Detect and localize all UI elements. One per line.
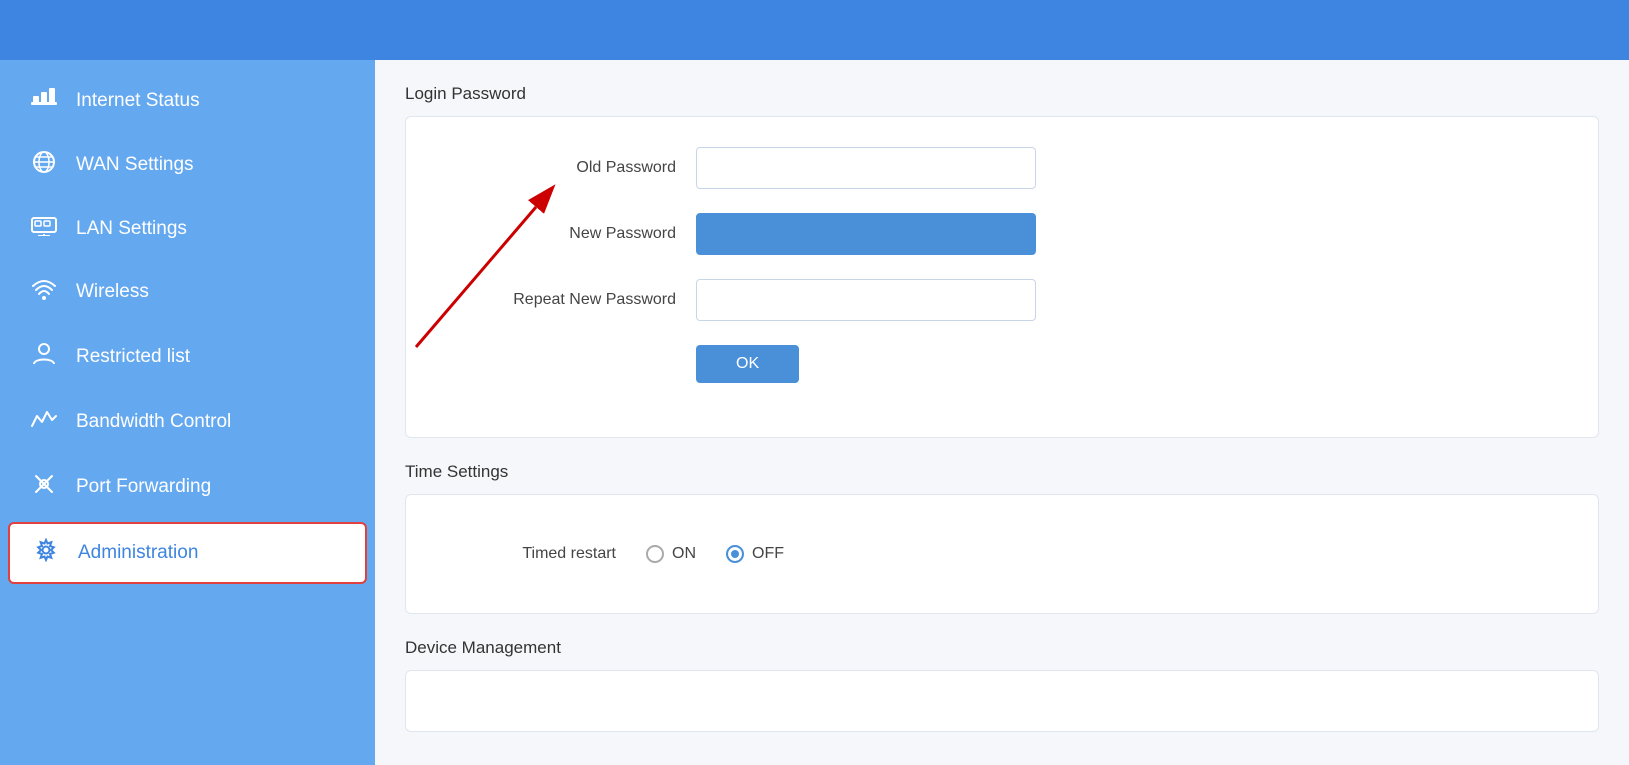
off-radio-label: OFF — [752, 545, 784, 563]
sidebar-item-restricted-list[interactable]: Restricted list — [0, 324, 375, 390]
on-radio-circle — [646, 545, 664, 563]
sidebar-label-port-forwarding: Port Forwarding — [76, 476, 211, 498]
sidebar: Internet Status WAN Settings — [0, 60, 375, 765]
port-forwarding-icon — [30, 472, 58, 502]
sidebar-label-bandwidth-control: Bandwidth Control — [76, 411, 231, 433]
sidebar-item-bandwidth-control[interactable]: Bandwidth Control — [0, 390, 375, 454]
internet-status-icon — [30, 88, 58, 114]
off-radio-circle — [726, 545, 744, 563]
login-password-card: Old Password New Password Repeat New Pas… — [405, 116, 1599, 438]
sidebar-item-administration[interactable]: Administration — [8, 522, 367, 584]
top-bar — [0, 0, 1629, 60]
timed-restart-label: Timed restart — [456, 545, 616, 563]
off-radio-option[interactable]: OFF — [726, 545, 784, 563]
ok-button-row: OK — [456, 345, 1548, 383]
sidebar-label-wan-settings: WAN Settings — [76, 154, 194, 176]
old-password-label: Old Password — [456, 159, 676, 177]
restricted-list-icon — [30, 342, 58, 372]
on-radio-option[interactable]: ON — [646, 545, 696, 563]
sidebar-item-port-forwarding[interactable]: Port Forwarding — [0, 454, 375, 520]
time-settings-section-title: Time Settings — [405, 462, 1599, 482]
time-settings-card: Timed restart ON OFF — [405, 494, 1599, 614]
sidebar-label-wireless: Wireless — [76, 281, 149, 303]
repeat-password-label: Repeat New Password — [456, 291, 676, 309]
timed-restart-row: Timed restart ON OFF — [456, 525, 1548, 583]
main-content: Login Password Old Password New Password — [375, 60, 1629, 765]
sidebar-label-restricted-list: Restricted list — [76, 346, 190, 368]
wireless-icon — [30, 278, 58, 306]
login-password-section-title: Login Password — [405, 84, 1599, 104]
bandwidth-control-icon — [30, 408, 58, 436]
new-password-row: New Password — [456, 213, 1548, 255]
repeat-password-input[interactable] — [696, 279, 1036, 321]
on-radio-label: ON — [672, 545, 696, 563]
new-password-input[interactable] — [696, 213, 1036, 255]
sidebar-item-wireless[interactable]: Wireless — [0, 260, 375, 324]
sidebar-label-internet-status: Internet Status — [76, 90, 200, 112]
device-management-section-title: Device Management — [405, 638, 1599, 658]
new-password-label: New Password — [456, 225, 676, 243]
sidebar-item-wan-settings[interactable]: WAN Settings — [0, 132, 375, 198]
ok-button[interactable]: OK — [696, 345, 799, 383]
sidebar-label-administration: Administration — [78, 542, 198, 564]
sidebar-item-lan-settings[interactable]: LAN Settings — [0, 198, 375, 260]
repeat-password-row: Repeat New Password — [456, 279, 1548, 321]
old-password-row: Old Password — [456, 147, 1548, 189]
wan-settings-icon — [30, 150, 58, 180]
device-management-card — [405, 670, 1599, 732]
administration-icon — [32, 538, 60, 568]
sidebar-label-lan-settings: LAN Settings — [76, 218, 187, 240]
old-password-input[interactable] — [696, 147, 1036, 189]
lan-settings-icon — [30, 216, 58, 242]
arrow-annotation — [386, 177, 606, 357]
main-layout: Internet Status WAN Settings — [0, 60, 1629, 765]
sidebar-item-internet-status[interactable]: Internet Status — [0, 70, 375, 132]
